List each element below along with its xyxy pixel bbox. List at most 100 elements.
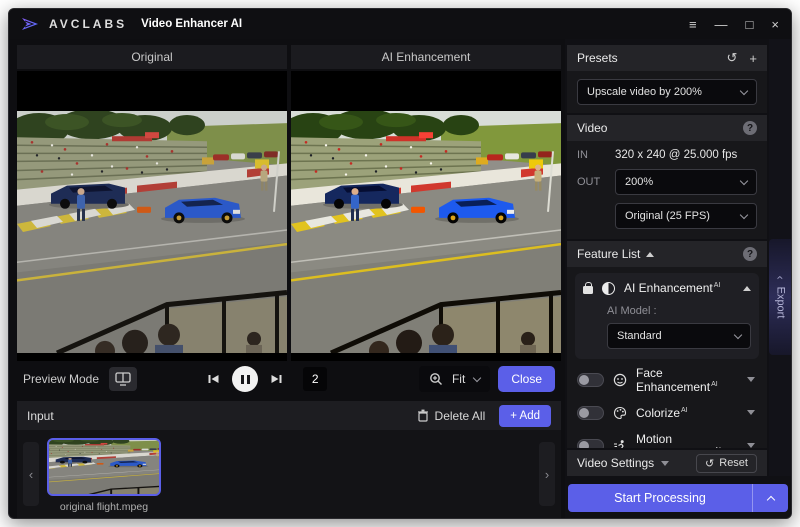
chevron-up-icon xyxy=(766,495,775,504)
help-icon[interactable]: ? xyxy=(743,247,757,261)
output-scale-select[interactable]: 200% xyxy=(615,169,757,195)
enhanced-video-preview xyxy=(291,71,561,361)
trash-icon xyxy=(417,409,428,422)
start-processing-label: Start Processing xyxy=(614,491,706,505)
motion-icon xyxy=(613,439,627,448)
lock-icon xyxy=(583,281,593,294)
original-pane-title: Original xyxy=(17,45,287,69)
minimize-icon[interactable]: — xyxy=(715,18,728,31)
input-file-strip: ‹ original flight.mpeg › xyxy=(17,430,561,518)
colorize-toggle[interactable] xyxy=(577,405,604,420)
presets-body: Upscale video by 200% xyxy=(567,71,767,113)
original-video-preview xyxy=(17,71,287,361)
file-name: original flight.mpeg xyxy=(59,501,149,513)
settings-sidebar: Presets ↺ + Upscale video by 200% Video … xyxy=(565,39,791,518)
chevron-down-icon xyxy=(733,330,743,339)
export-chevron-icon: ‹ xyxy=(773,275,788,280)
add-file-button[interactable]: + Add xyxy=(499,404,551,427)
close-window-icon[interactable]: × xyxy=(771,18,779,31)
reset-label: Reset xyxy=(719,457,748,469)
video-settings-row[interactable]: Video Settings ↺ Reset xyxy=(567,450,767,476)
ai-enhancement-row[interactable]: AI EnhancementAI xyxy=(583,281,751,295)
collapse-up-icon[interactable] xyxy=(743,285,751,291)
app-title: Video Enhancer AI xyxy=(141,18,243,30)
reset-icon: ↺ xyxy=(705,457,715,470)
video-in-label: IN xyxy=(577,149,588,161)
feature-label: Motion Compensation xyxy=(636,431,713,449)
start-options-chevron[interactable] xyxy=(752,484,788,512)
face-enhancement-toggle[interactable] xyxy=(577,372,604,387)
palette-icon xyxy=(613,406,627,420)
start-processing-button[interactable]: Start Processing xyxy=(568,484,788,512)
output-fps-select[interactable]: Original (25 FPS) xyxy=(615,203,757,229)
app-window: AVCLABS Video Enhancer AI ≡ — □ × Origin… xyxy=(8,8,792,519)
input-file-item[interactable]: original flight.mpeg xyxy=(45,438,163,513)
chevron-down-icon xyxy=(739,86,749,95)
pause-button[interactable] xyxy=(232,366,259,392)
chevron-down-icon xyxy=(473,373,482,382)
export-tab[interactable]: ‹ Export xyxy=(769,239,791,355)
close-preview-button[interactable]: Close xyxy=(498,366,555,392)
ai-model-select[interactable]: Standard xyxy=(607,323,751,349)
zoom-fit-value: Fit xyxy=(451,372,466,386)
face-icon xyxy=(613,373,627,387)
ai-badge: AI xyxy=(711,380,718,388)
preview-toolbar: Preview Mode 2 Fit Close xyxy=(17,361,561,397)
delete-all-label: Delete All xyxy=(434,408,486,423)
input-header: Input Delete All + Add xyxy=(17,401,561,430)
file-thumbnail[interactable] xyxy=(47,438,161,496)
scroll-right-button[interactable]: › xyxy=(539,442,555,506)
reset-button[interactable]: ↺ Reset xyxy=(696,453,757,473)
presets-header: Presets ↺ + xyxy=(567,45,767,71)
next-frame-button[interactable] xyxy=(270,373,283,385)
zoom-fit-dropdown[interactable]: Fit xyxy=(418,366,491,392)
previous-frame-button[interactable] xyxy=(207,373,220,385)
scroll-left-button[interactable]: ‹ xyxy=(23,442,39,506)
video-header: Video ? xyxy=(567,115,767,141)
chevron-down-icon xyxy=(739,176,749,185)
feature-list-header[interactable]: Feature List ? xyxy=(567,241,767,267)
maximize-icon[interactable]: □ xyxy=(746,18,754,31)
ai-badge: AI xyxy=(714,447,721,449)
expand-down-icon[interactable] xyxy=(747,377,755,382)
compare-view-button[interactable] xyxy=(109,367,138,391)
video-body: IN 320 x 240 @ 25.000 fps OUT 200% Origi… xyxy=(567,141,767,239)
feature-label: AI Enhancement xyxy=(624,281,713,295)
menu-icon[interactable]: ≡ xyxy=(689,18,697,31)
contrast-icon xyxy=(602,281,615,295)
video-in-value: 320 x 240 @ 25.000 fps xyxy=(615,149,738,161)
ai-badge: AI xyxy=(713,282,721,289)
feature-label: Face Enhancement xyxy=(636,365,711,394)
motion-compensation-toggle[interactable] xyxy=(577,438,604,448)
feature-colorize: ColorizeAI xyxy=(575,392,759,425)
feature-face-enhancement: Face EnhancementAI xyxy=(575,359,759,394)
delete-all-button[interactable]: Delete All xyxy=(417,408,486,423)
frame-number-input[interactable]: 2 xyxy=(303,367,328,391)
enhanced-pane-title: AI Enhancement xyxy=(291,45,561,69)
preset-select[interactable]: Upscale video by 200% xyxy=(577,79,757,105)
presets-title: Presets xyxy=(577,51,618,65)
feature-list-title: Feature List xyxy=(577,247,641,261)
ai-model-value: Standard xyxy=(617,330,662,342)
video-settings-label: Video Settings xyxy=(577,456,655,470)
input-title: Input xyxy=(27,408,54,423)
expand-down-icon[interactable] xyxy=(747,443,755,448)
preview-mode-label: Preview Mode xyxy=(23,372,100,386)
preset-refresh-icon[interactable]: ↺ xyxy=(727,50,738,66)
ai-model-label: AI Model : xyxy=(607,305,657,317)
ai-badge: AI xyxy=(681,406,688,414)
feature-motion-compensation: Motion CompensationAI xyxy=(575,425,759,448)
collapse-up-icon xyxy=(646,251,655,257)
output-scale-value: 200% xyxy=(625,176,654,188)
title-bar: AVCLABS Video Enhancer AI ≡ — □ × xyxy=(9,9,791,39)
help-icon[interactable]: ? xyxy=(743,121,757,135)
feature-list-body: AI EnhancementAI AI Model : Standard Fac… xyxy=(567,267,767,448)
preset-selected-value: Upscale video by 200% xyxy=(587,86,702,98)
expand-down-icon[interactable] xyxy=(747,410,755,415)
preset-add-icon[interactable]: + xyxy=(749,51,757,66)
app-logo-icon xyxy=(21,16,41,32)
chevron-down-icon xyxy=(739,210,749,219)
video-title: Video xyxy=(577,121,608,135)
export-label: Export xyxy=(774,286,787,319)
export-strip: ‹ Export xyxy=(769,39,791,476)
